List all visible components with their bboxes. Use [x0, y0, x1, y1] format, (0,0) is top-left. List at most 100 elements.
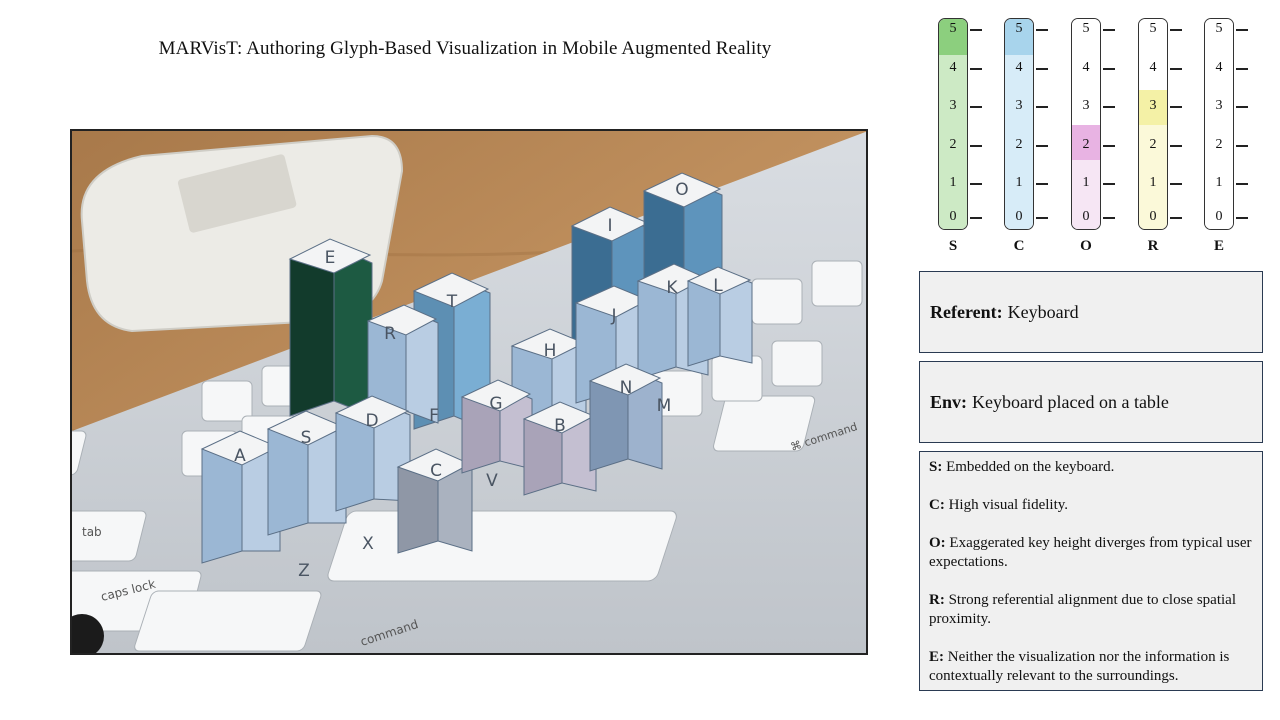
scale-tick [1036, 217, 1048, 219]
scale-tick [1170, 145, 1182, 147]
scale-number: 4 [1149, 60, 1157, 75]
scale-number: 1 [1015, 175, 1023, 190]
referent-label: Referent: [930, 301, 1003, 322]
notes-box: S: Embedded on the keyboard. C: High vis… [919, 451, 1263, 691]
scale-r: 5 4 3 2 1 0 R [1135, 16, 1205, 256]
note-key: S: [929, 459, 943, 475]
scale-tick [1170, 68, 1182, 70]
key-label-l: L [713, 276, 723, 296]
scale-number: 1 [949, 175, 957, 190]
key-label-z: Z [298, 561, 310, 581]
env-label: Env: [930, 391, 968, 412]
score-scales: 5 4 3 2 1 0 S 5 4 3 2 1 0 C 5 4 3 2 1 0 O 5 4 3 2 1 0 R 5 4 3 2 1 0 E [935, 16, 1255, 256]
scale-number: 2 [949, 137, 957, 152]
note-o: O: Exaggerated key height diverges from … [929, 534, 1253, 572]
scale-tick [1170, 106, 1182, 108]
note-text: Strong referential alignment due to clos… [929, 592, 1236, 627]
scale-letter: S [948, 238, 958, 254]
scale-s: 5 4 3 2 1 0 S [935, 16, 1005, 256]
key-label-s: S [301, 428, 312, 448]
scale-number: 3 [1082, 98, 1090, 113]
key-label-f: F [429, 406, 439, 426]
key-label-v: V [486, 471, 498, 491]
env-value: Keyboard placed on a table [972, 391, 1169, 412]
scale-number: 0 [1149, 209, 1157, 224]
scale-tick [1170, 217, 1182, 219]
scale-tick [970, 29, 982, 31]
scale-number: 4 [1082, 60, 1090, 75]
key-label-c: C [430, 461, 442, 481]
scale-tick [1236, 145, 1248, 147]
scale-tick [1103, 145, 1115, 147]
scale-bar [1204, 18, 1234, 230]
scale-tick [970, 217, 982, 219]
scale-e: 5 4 3 2 1 0 E [1201, 16, 1271, 256]
key-label-d: D [365, 411, 378, 431]
note-text: Embedded on the keyboard. [946, 459, 1115, 475]
note-text: Neither the visualization nor the inform… [929, 649, 1230, 684]
scale-letter: C [1013, 238, 1025, 254]
key-label-i: I [607, 216, 612, 236]
key-label-m: M [657, 396, 672, 416]
scale-tick [1170, 29, 1182, 31]
key-label-x: X [362, 534, 374, 554]
scale-bar [938, 18, 968, 230]
key-label-j: J [610, 306, 616, 326]
scale-tick [1036, 145, 1048, 147]
scale-tick [1036, 106, 1048, 108]
key-label-e: E [325, 248, 336, 268]
scale-number: 0 [1082, 209, 1090, 224]
scale-number: 5 [1215, 21, 1223, 36]
scale-bar [1071, 18, 1101, 230]
scale-number: 1 [1149, 175, 1157, 190]
tab-key-label: tab [82, 525, 102, 539]
note-key: E: [929, 649, 944, 665]
note-text: High visual fidelity. [948, 497, 1069, 513]
scale-number: 2 [1149, 137, 1157, 152]
scale-tick [970, 68, 982, 70]
scale-bar [1138, 18, 1168, 230]
key-label-h: H [544, 341, 557, 361]
keyboard-ar-scene: tab caps lock command ⌘ command E R T I … [72, 131, 866, 653]
scale-number: 3 [1149, 98, 1157, 113]
scale-letter: E [1213, 238, 1224, 254]
key-label-k: K [666, 278, 678, 298]
scale-tick [970, 145, 982, 147]
scale-tick [1036, 183, 1048, 185]
key-label-o: O [675, 180, 688, 200]
scale-number: 4 [1015, 60, 1023, 75]
note-key: C: [929, 497, 945, 513]
scale-number: 5 [1149, 21, 1157, 36]
scale-tick [1036, 68, 1048, 70]
env-box: Env: Keyboard placed on a table [919, 361, 1263, 443]
scale-number: 0 [949, 209, 957, 224]
scale-number: 2 [1082, 137, 1090, 152]
note-key: O: [929, 535, 946, 551]
note-text: Exaggerated key height diverges from typ… [929, 535, 1252, 570]
scale-number: 1 [1082, 175, 1090, 190]
note-c: C: High visual fidelity. [929, 496, 1253, 515]
scale-number: 3 [949, 98, 957, 113]
scale-number: 5 [1082, 21, 1090, 36]
note-key: R: [929, 592, 945, 608]
key-label-a: A [234, 446, 246, 466]
scale-tick [1236, 183, 1248, 185]
scale-number: 5 [949, 21, 957, 36]
scale-tick [1103, 106, 1115, 108]
scale-tick [970, 183, 982, 185]
scale-letter: R [1147, 238, 1159, 254]
note-r: R: Strong referential alignment due to c… [929, 591, 1253, 629]
scale-tick [1236, 217, 1248, 219]
scale-number: 4 [1215, 60, 1223, 75]
scale-bar [1004, 18, 1034, 230]
ar-keyboard-photo: tab caps lock command ⌘ command E R T I … [70, 129, 868, 655]
scale-tick [1236, 106, 1248, 108]
scale-tick [1103, 68, 1115, 70]
key-label-b: B [554, 416, 566, 436]
note-e: E: Neither the visualization nor the inf… [929, 648, 1253, 686]
referent-value: Keyboard [1007, 301, 1079, 322]
slide-title: MARVisT: Authoring Glyph-Based Visualiza… [158, 38, 772, 59]
key-label-g: G [489, 394, 502, 414]
scale-tick [1103, 29, 1115, 31]
scale-tick [1036, 29, 1048, 31]
